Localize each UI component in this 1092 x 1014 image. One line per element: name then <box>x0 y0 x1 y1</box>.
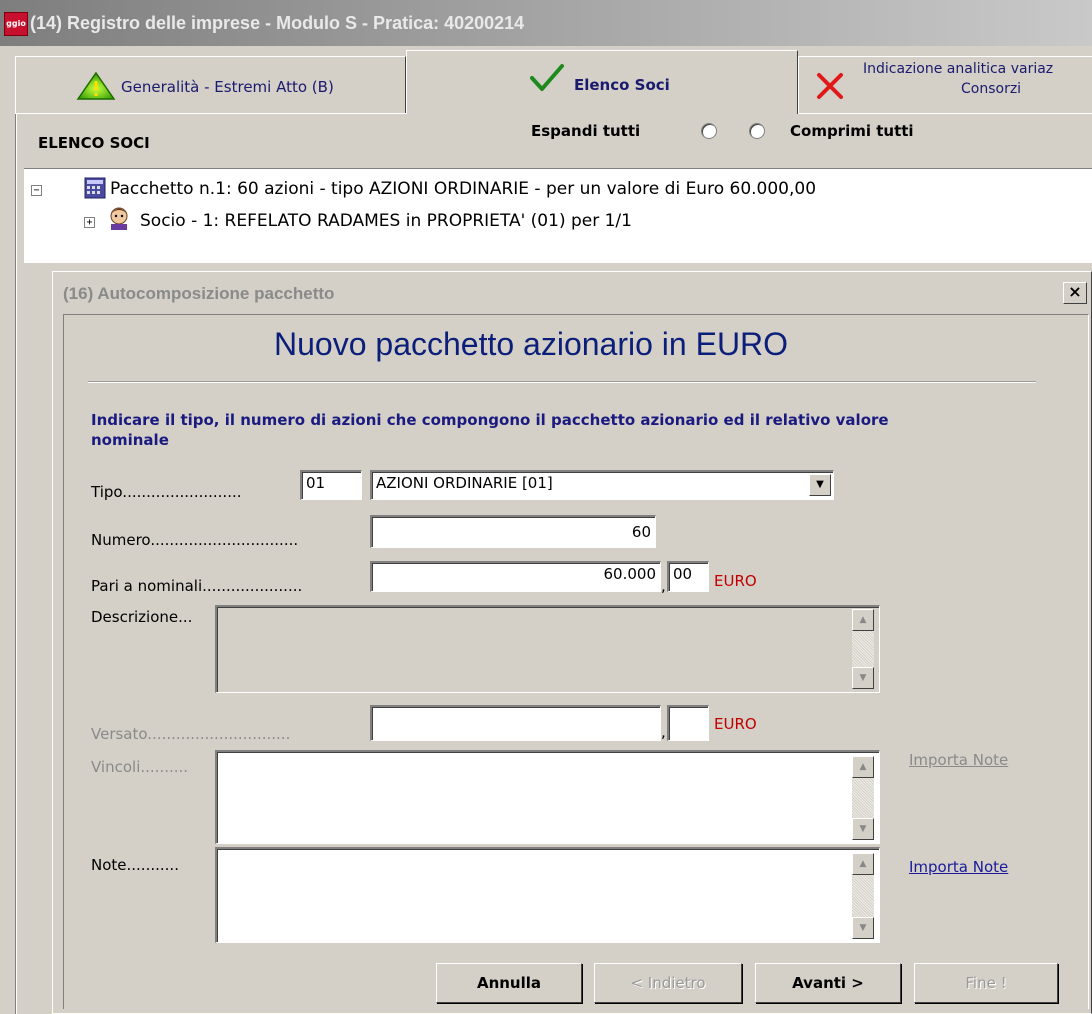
dialog-title: (16) Autocomposizione pacchetto <box>63 284 335 303</box>
tab-indicazione-analitica[interactable]: Indicazione analitica variaz Consorzi <box>798 56 1092 113</box>
collapse-all-label: Comprimi tutti <box>790 122 914 140</box>
cancel-button[interactable]: Annulla <box>436 963 582 1003</box>
versato-decimal-field[interactable] <box>667 705 709 741</box>
vincoli-field[interactable]: ▲ ▼ <box>215 750 880 844</box>
expand-node-icon[interactable]: + <box>84 217 95 228</box>
import-notes-link-note[interactable]: Importa Note <box>909 858 1008 876</box>
heading-divider <box>88 381 1036 383</box>
tipo-select[interactable]: AZIONI ORDINARIE [01] ▼ <box>370 470 834 500</box>
tab-indicazione-label-line1: Indicazione analitica variaz <box>863 61 1054 77</box>
tipo-label: Tipo......................... <box>91 483 242 501</box>
warning-icon <box>76 71 116 100</box>
error-x-icon <box>817 73 843 99</box>
members-tree: − Pacchetto n.1: 60 azioni - tipo AZIONI… <box>24 168 1092 263</box>
tree-packet-item[interactable]: Pacchetto n.1: 60 azioni - tipo AZIONI O… <box>110 179 816 199</box>
dialog-heading: Nuovo pacchetto azionario in EURO <box>274 326 789 362</box>
window-title: (14) Registro delle imprese - Modulo S -… <box>30 13 525 33</box>
versato-decimal-comma: , <box>661 723 666 741</box>
vincoli-scrollbar[interactable]: ▲ ▼ <box>852 756 874 840</box>
descrizione-scrollbar[interactable]: ▲ ▼ <box>852 609 874 689</box>
app-icon: ggio <box>4 12 28 36</box>
tab-generalita[interactable]: Generalità - Estremi Atto (B) <box>15 56 406 113</box>
nominali-label: Pari a nominali..................... <box>91 577 303 595</box>
nominali-integer-field[interactable]: 60.000 <box>370 561 661 592</box>
nominali-decimal-field[interactable]: 00 <box>667 561 709 592</box>
chevron-down-icon[interactable]: ▼ <box>809 474 831 496</box>
scroll-up-icon[interactable]: ▲ <box>852 756 874 778</box>
back-button[interactable]: < Indietro <box>594 963 742 1003</box>
tab-elenco-soci-label: Elenco Soci <box>574 76 670 94</box>
close-icon[interactable]: × <box>1063 282 1087 304</box>
numero-field[interactable]: 60 <box>370 515 656 548</box>
scroll-down-icon[interactable]: ▼ <box>852 917 874 939</box>
finish-button[interactable]: Fine ! <box>914 963 1058 1003</box>
expand-all-label: Espandi tutti <box>531 122 641 140</box>
next-button[interactable]: Avanti > <box>755 963 901 1003</box>
tab-generalita-label: Generalità - Estremi Atto (B) <box>121 78 334 96</box>
person-icon <box>110 207 128 230</box>
tab-elenco-soci[interactable]: Elenco Soci <box>406 50 798 114</box>
decimal-comma: , <box>661 577 666 595</box>
section-title: ELENCO SOCI <box>38 134 150 152</box>
scroll-down-icon[interactable]: ▼ <box>852 667 874 689</box>
tipo-code-field[interactable]: 01 <box>300 470 362 500</box>
instructions-text: Indicare il tipo, il numero di azioni ch… <box>91 411 889 449</box>
collapse-all-radio[interactable] <box>749 123 765 139</box>
vincoli-label: Vincoli.......... <box>91 758 189 776</box>
tab-indicazione-label-line2: Consorzi <box>961 81 1022 97</box>
tipo-select-value: AZIONI ORDINARIE [01] <box>376 474 553 492</box>
calculator-icon <box>84 177 106 199</box>
expand-all-radio[interactable] <box>701 123 717 139</box>
frame-border <box>15 114 17 1014</box>
scroll-up-icon[interactable]: ▲ <box>852 853 874 875</box>
currency-label: EURO <box>714 572 757 590</box>
note-label: Note........... <box>91 856 179 874</box>
descrizione-field[interactable]: ▲ ▼ <box>215 605 880 693</box>
note-scrollbar[interactable]: ▲ ▼ <box>852 853 874 939</box>
numero-label: Numero............................... <box>91 531 299 549</box>
dialog-title-bar: (16) Autocomposizione pacchetto × <box>53 272 1091 314</box>
tree-member-item[interactable]: Socio - 1: REFELATO RADAMES in PROPRIETA… <box>140 211 632 231</box>
scroll-up-icon[interactable]: ▲ <box>852 609 874 631</box>
versato-integer-field[interactable] <box>370 705 661 741</box>
collapse-node-icon[interactable]: − <box>31 185 42 196</box>
checkmark-icon <box>530 64 564 91</box>
import-notes-link-vincoli[interactable]: Importa Note <box>909 751 1008 769</box>
descrizione-label: Descrizione... <box>91 608 193 626</box>
note-field[interactable]: ▲ ▼ <box>215 847 880 943</box>
scroll-down-icon[interactable]: ▼ <box>852 818 874 840</box>
window-title-bar: ggio (14) Registro delle imprese - Modul… <box>0 0 1092 46</box>
versato-currency-label: EURO <box>714 715 757 733</box>
versato-label: Versato.............................. <box>91 725 291 743</box>
